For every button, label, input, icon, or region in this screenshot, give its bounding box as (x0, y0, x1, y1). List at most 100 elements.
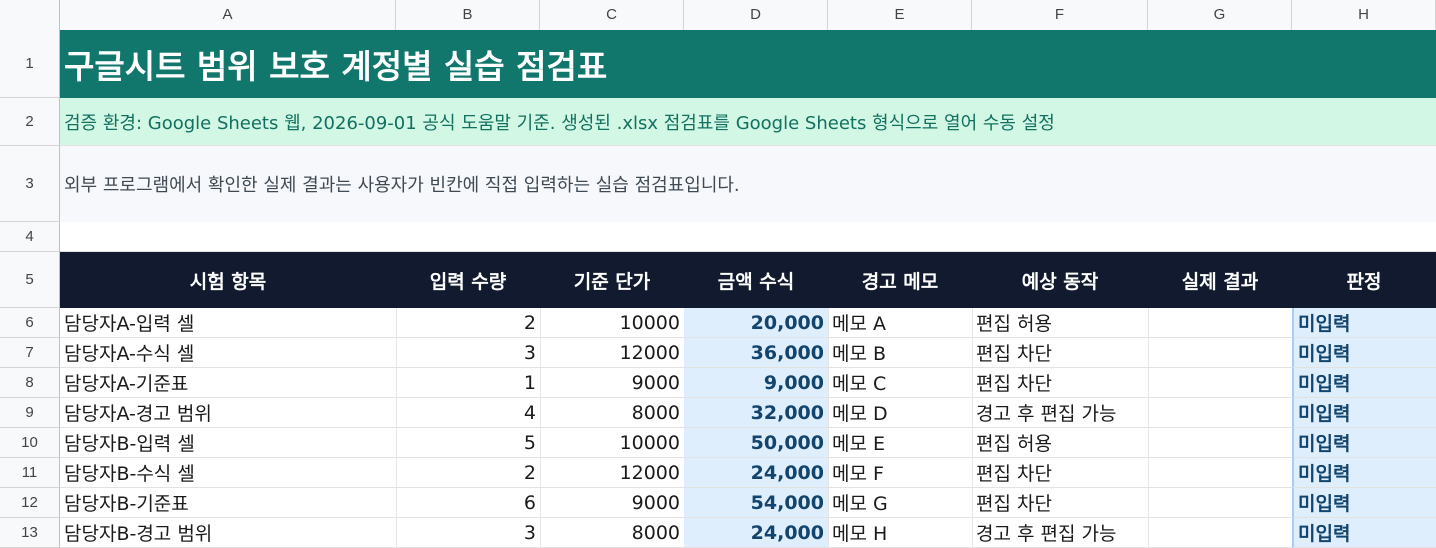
cell-item-row-12[interactable]: 담당자B-기준표 (60, 488, 396, 518)
cell-actual-row-8[interactable] (1148, 368, 1292, 398)
cell-amount-row-10[interactable]: 50,000 (684, 428, 828, 458)
row-header-11[interactable]: 11 (0, 458, 60, 488)
cell-memo-row-11[interactable]: 메모 F (828, 458, 972, 488)
cell-actual-row-13[interactable] (1148, 518, 1292, 548)
header-item[interactable]: 시험 항목 (60, 252, 396, 308)
cell-expected-row-8[interactable]: 편집 차단 (972, 368, 1148, 398)
cell-expected-row-6[interactable]: 편집 허용 (972, 308, 1148, 338)
cell-expected-row-9[interactable]: 경고 후 편집 가능 (972, 398, 1148, 428)
column-header-d[interactable]: D (684, 0, 828, 30)
cell-qty-row-12[interactable]: 6 (396, 488, 540, 518)
cell-amount-row-6[interactable]: 20,000 (684, 308, 828, 338)
cell-actual-row-7[interactable] (1148, 338, 1292, 368)
sheet-title-cell[interactable]: 구글시트 범위 보호 계정별 실습 점검표 (60, 30, 1436, 98)
cell-qty-row-10[interactable]: 5 (396, 428, 540, 458)
row-header-1[interactable]: 1 (0, 30, 60, 98)
column-header-e[interactable]: E (828, 0, 972, 30)
cell-actual-row-9[interactable] (1148, 398, 1292, 428)
cell-price-row-9[interactable]: 8000 (540, 398, 684, 428)
cell-qty-row-6[interactable]: 2 (396, 308, 540, 338)
column-header-f[interactable]: F (972, 0, 1148, 30)
description-cell[interactable]: 외부 프로그램에서 확인한 실제 결과는 사용자가 빈칸에 직접 입력하는 실습… (60, 146, 1436, 222)
row-header-5[interactable]: 5 (0, 252, 60, 308)
row-header-12[interactable]: 12 (0, 488, 60, 518)
cell-price-row-7[interactable]: 12000 (540, 338, 684, 368)
cell-amount-row-13[interactable]: 24,000 (684, 518, 828, 548)
cell-item-row-6[interactable]: 담당자A-입력 셀 (60, 308, 396, 338)
cell-judge-row-9[interactable]: 미입력 (1292, 398, 1436, 428)
cell-memo-row-12[interactable]: 메모 G (828, 488, 972, 518)
cell-memo-row-6[interactable]: 메모 A (828, 308, 972, 338)
column-header-b[interactable]: B (396, 0, 540, 30)
cell-actual-row-11[interactable] (1148, 458, 1292, 488)
cell-judge-row-7[interactable]: 미입력 (1292, 338, 1436, 368)
cell-amount-row-7[interactable]: 36,000 (684, 338, 828, 368)
column-header-a[interactable]: A (60, 0, 396, 30)
header-amount[interactable]: 금액 수식 (684, 252, 828, 308)
row-header-3[interactable]: 3 (0, 146, 60, 222)
row-header-10[interactable]: 10 (0, 428, 60, 458)
cell-amount-row-8[interactable]: 9,000 (684, 368, 828, 398)
cell-item-row-8[interactable]: 담당자A-기준표 (60, 368, 396, 398)
cell-price-row-11[interactable]: 12000 (540, 458, 684, 488)
cell-memo-row-8[interactable]: 메모 C (828, 368, 972, 398)
cell-memo-row-13[interactable]: 메모 H (828, 518, 972, 548)
column-header-c[interactable]: C (540, 0, 684, 30)
row-header-13[interactable]: 13 (0, 518, 60, 548)
cell-memo-row-7[interactable]: 메모 B (828, 338, 972, 368)
cell-qty-row-8[interactable]: 1 (396, 368, 540, 398)
cell-qty-row-9[interactable]: 4 (396, 398, 540, 428)
row-header-4[interactable]: 4 (0, 222, 60, 252)
cell-qty-row-11[interactable]: 2 (396, 458, 540, 488)
cell-judge-row-13[interactable]: 미입력 (1292, 518, 1436, 548)
row-header-2[interactable]: 2 (0, 98, 60, 146)
header-actual[interactable]: 실제 결과 (1148, 252, 1292, 308)
column-header-h[interactable]: H (1292, 0, 1436, 30)
cell-item-row-7[interactable]: 담당자A-수식 셀 (60, 338, 396, 368)
cell-judge-row-8[interactable]: 미입력 (1292, 368, 1436, 398)
cell-expected-row-7[interactable]: 편집 차단 (972, 338, 1148, 368)
header-price[interactable]: 기준 단가 (540, 252, 684, 308)
cell-judge-row-12[interactable]: 미입력 (1292, 488, 1436, 518)
empty-row-4[interactable] (60, 222, 1436, 252)
cell-item-row-11[interactable]: 담당자B-수식 셀 (60, 458, 396, 488)
header-qty[interactable]: 입력 수량 (396, 252, 540, 308)
cell-memo-row-9[interactable]: 메모 D (828, 398, 972, 428)
cell-price-row-8[interactable]: 9000 (540, 368, 684, 398)
cell-amount-row-12[interactable]: 54,000 (684, 488, 828, 518)
cell-expected-row-11[interactable]: 편집 차단 (972, 458, 1148, 488)
row-header-7[interactable]: 7 (0, 338, 60, 368)
header-expected[interactable]: 예상 동작 (972, 252, 1148, 308)
cell-price-row-6[interactable]: 10000 (540, 308, 684, 338)
row-header-6[interactable]: 6 (0, 308, 60, 338)
column-header-bar: ABCDEFGH (0, 0, 1436, 31)
cell-price-row-12[interactable]: 9000 (540, 488, 684, 518)
environment-note-cell[interactable]: 검증 환경: Google Sheets 웹, 2026-09-01 공식 도움… (60, 98, 1436, 146)
cell-expected-row-10[interactable]: 편집 허용 (972, 428, 1148, 458)
row-header-9[interactable]: 9 (0, 398, 60, 428)
cell-judge-row-10[interactable]: 미입력 (1292, 428, 1436, 458)
cell-amount-row-11[interactable]: 24,000 (684, 458, 828, 488)
cell-price-row-10[interactable]: 10000 (540, 428, 684, 458)
cell-actual-row-6[interactable] (1148, 308, 1292, 338)
header-judge[interactable]: 판정 (1292, 252, 1436, 308)
cell-qty-row-7[interactable]: 3 (396, 338, 540, 368)
row-header-8[interactable]: 8 (0, 368, 60, 398)
cell-item-row-9[interactable]: 담당자A-경고 범위 (60, 398, 396, 428)
select-all-corner[interactable] (0, 0, 60, 30)
cell-memo-row-10[interactable]: 메모 E (828, 428, 972, 458)
cell-judge-row-11[interactable]: 미입력 (1292, 458, 1436, 488)
cell-item-row-13[interactable]: 담당자B-경고 범위 (60, 518, 396, 548)
column-header-g[interactable]: G (1148, 0, 1292, 30)
spreadsheet-grid: ABCDEFGH 1 2 3 4 5 6 7 8 9 10 11 12 13 구글시트 범위 보호 계정… (0, 0, 1436, 548)
header-memo[interactable]: 경고 메모 (828, 252, 972, 308)
cell-item-row-10[interactable]: 담당자B-입력 셀 (60, 428, 396, 458)
cell-actual-row-12[interactable] (1148, 488, 1292, 518)
cell-price-row-13[interactable]: 8000 (540, 518, 684, 548)
cell-judge-row-6[interactable]: 미입력 (1292, 308, 1436, 338)
cell-actual-row-10[interactable] (1148, 428, 1292, 458)
cell-qty-row-13[interactable]: 3 (396, 518, 540, 548)
cell-expected-row-12[interactable]: 편집 차단 (972, 488, 1148, 518)
cell-amount-row-9[interactable]: 32,000 (684, 398, 828, 428)
cell-expected-row-13[interactable]: 경고 후 편집 가능 (972, 518, 1148, 548)
